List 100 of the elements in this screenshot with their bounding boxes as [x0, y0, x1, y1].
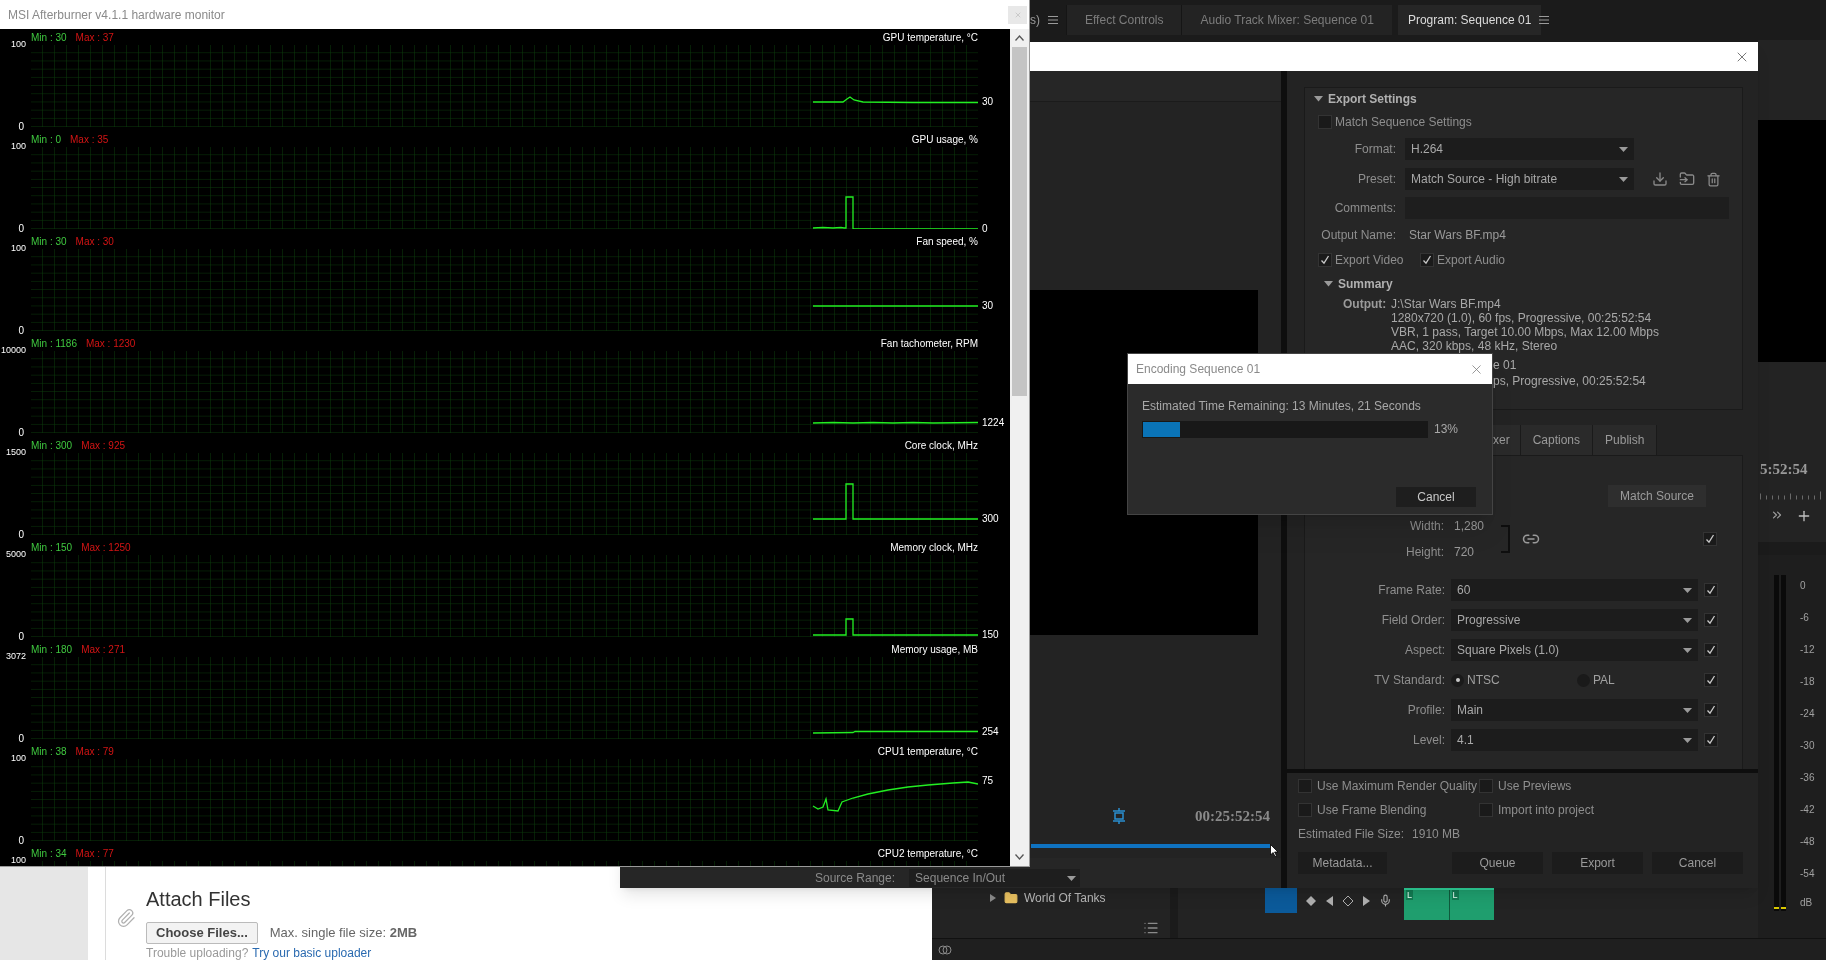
dialog-button[interactable]: Cancel: [1652, 852, 1743, 874]
scrollbar-thumb[interactable]: [1012, 47, 1027, 396]
meter-scale-label: dB: [1800, 895, 1814, 910]
dimension-value[interactable]: 1,280: [1454, 517, 1501, 535]
checkbox[interactable]: [1420, 253, 1434, 267]
panel-tab[interactable]: Audio Track Mixer: Sequence 01: [1181, 5, 1392, 35]
help-text: Trouble uploading?: [146, 946, 249, 960]
section-title: Summary: [1338, 276, 1393, 293]
meter-scale-label: -48: [1800, 834, 1815, 849]
checkbox[interactable]: [1318, 115, 1332, 129]
graph-title: Core clock, MHz: [904, 438, 978, 453]
field-label: Field Order:: [1380, 612, 1445, 629]
axis-label: 0: [18, 835, 24, 847]
dialog-button[interactable]: Export: [1552, 852, 1643, 874]
radio-label: PAL: [1593, 672, 1615, 689]
dropdown[interactable]: 60: [1451, 579, 1698, 601]
axis-label: 0: [18, 427, 24, 439]
panel-tab[interactable]: s): [1030, 5, 1040, 35]
diamond-outline-icon[interactable]: [1342, 894, 1354, 907]
axis-label: 100: [10, 140, 26, 152]
delete-preset-icon[interactable]: [1706, 171, 1721, 187]
checkbox[interactable]: [1298, 803, 1312, 817]
checkbox[interactable]: [1703, 532, 1717, 546]
graph-title: Fan tachometer, RPM: [880, 336, 978, 351]
settings-tab[interactable]: Publish: [1593, 425, 1658, 455]
checkbox[interactable]: [1318, 253, 1332, 267]
checkbox[interactable]: [1704, 613, 1718, 627]
project-item[interactable]: World Of Tanks: [1024, 889, 1106, 907]
max-value: Max : 77: [75, 846, 114, 861]
dropdown[interactable]: Match Source - High bitrate: [1405, 168, 1634, 190]
cursor-icon: [1270, 844, 1279, 857]
list-view-icon[interactable]: [1142, 920, 1160, 936]
panel-tab[interactable]: Effect Controls: [1066, 5, 1182, 35]
scroll-up-icon[interactable]: [1015, 35, 1024, 41]
checkbox[interactable]: [1704, 673, 1718, 687]
checkbox-label: Export Audio: [1437, 252, 1506, 269]
dialog-title: Encoding Sequence 01: [1136, 361, 1261, 378]
checkbox[interactable]: [1704, 703, 1718, 717]
cancel-button[interactable]: Cancel: [1396, 487, 1476, 507]
max-value: Max : 79: [75, 744, 114, 759]
axis-label: 0: [18, 121, 24, 133]
checkbox[interactable]: [1298, 779, 1312, 793]
checkbox[interactable]: [1704, 583, 1718, 597]
menu-icon[interactable]: [1048, 16, 1058, 24]
caret-icon: [1683, 707, 1692, 713]
source-range-dropdown[interactable]: Sequence In/Out: [909, 869, 1081, 887]
dimension-value[interactable]: 720: [1454, 543, 1501, 561]
right-triangle-icon[interactable]: [1362, 894, 1371, 907]
microphone-icon[interactable]: [1379, 893, 1392, 908]
folder-icon: [1004, 891, 1018, 905]
panel-tab[interactable]: Program: Sequence 01: [1397, 5, 1542, 35]
max-value: Max : 1230: [85, 336, 136, 351]
settings-tab[interactable]: xer: [1493, 425, 1521, 455]
expand-triangle-icon[interactable]: [990, 894, 996, 902]
radio-button[interactable]: [1451, 673, 1464, 687]
meter-scale-label: -36: [1800, 770, 1815, 785]
disclosure-triangle-icon[interactable]: [1324, 279, 1333, 289]
menu-icon[interactable]: [1539, 16, 1550, 24]
dropdown[interactable]: Square Pixels (1.0): [1451, 639, 1698, 661]
dropdown[interactable]: Main: [1451, 699, 1698, 721]
file-size-value: 1910 MB: [1412, 826, 1461, 843]
scrollbar[interactable]: [1010, 29, 1029, 866]
audio-clip[interactable]: L L: [1404, 888, 1494, 920]
dropdown[interactable]: Progressive: [1451, 609, 1698, 631]
max-value: Max : 30: [75, 234, 114, 249]
max-value: Max : 37: [75, 30, 114, 45]
settings-tab[interactable]: Captions: [1520, 425, 1594, 455]
checkbox[interactable]: [1704, 643, 1718, 657]
axis-label: 5000: [5, 548, 26, 560]
chevrons-right-icon[interactable]: [1770, 508, 1784, 522]
disclosure-triangle-icon[interactable]: [1314, 94, 1323, 104]
axis-label: 1500: [5, 446, 26, 458]
dropdown[interactable]: 4.1: [1451, 729, 1698, 751]
rings-icon[interactable]: [938, 943, 952, 956]
fit-icon[interactable]: [1110, 808, 1128, 824]
checkbox[interactable]: [1479, 779, 1493, 793]
save-preset-icon[interactable]: [1652, 171, 1668, 187]
checkbox[interactable]: [1704, 733, 1718, 747]
current-value: 1224: [982, 417, 1005, 429]
output-name[interactable]: Star Wars BF.mp4: [1405, 226, 1506, 244]
diamond-icon[interactable]: [1305, 894, 1317, 907]
import-preset-icon[interactable]: [1679, 171, 1695, 187]
min-value: Min : 0: [31, 132, 61, 147]
meter-scale-label: -24: [1800, 706, 1815, 721]
summary-line: 1280x720 (1.0), 60 fps, Progressive, 00:25:52:54: [1391, 311, 1653, 325]
scroll-down-icon[interactable]: [1015, 854, 1024, 860]
field-label: Height:: [1404, 544, 1444, 561]
dialog-button[interactable]: Metadata...: [1298, 852, 1387, 874]
uploader-link[interactable]: Try our basic uploader: [252, 946, 372, 960]
max-value: Max : 925: [81, 438, 126, 453]
left-triangle-icon[interactable]: [1325, 894, 1334, 907]
checkbox[interactable]: [1479, 803, 1493, 817]
dialog-button[interactable]: Queue: [1452, 852, 1543, 874]
dropdown[interactable]: H.264: [1405, 138, 1634, 160]
graph-title: CPU2 temperature, °C: [877, 846, 978, 861]
choose-files-button[interactable]: Choose Files...: [146, 922, 258, 944]
match-source-button[interactable]: Match Source: [1608, 485, 1706, 507]
add-icon[interactable]: [1796, 508, 1812, 524]
caret-icon: [1683, 617, 1692, 623]
track-target[interactable]: [1265, 888, 1297, 913]
